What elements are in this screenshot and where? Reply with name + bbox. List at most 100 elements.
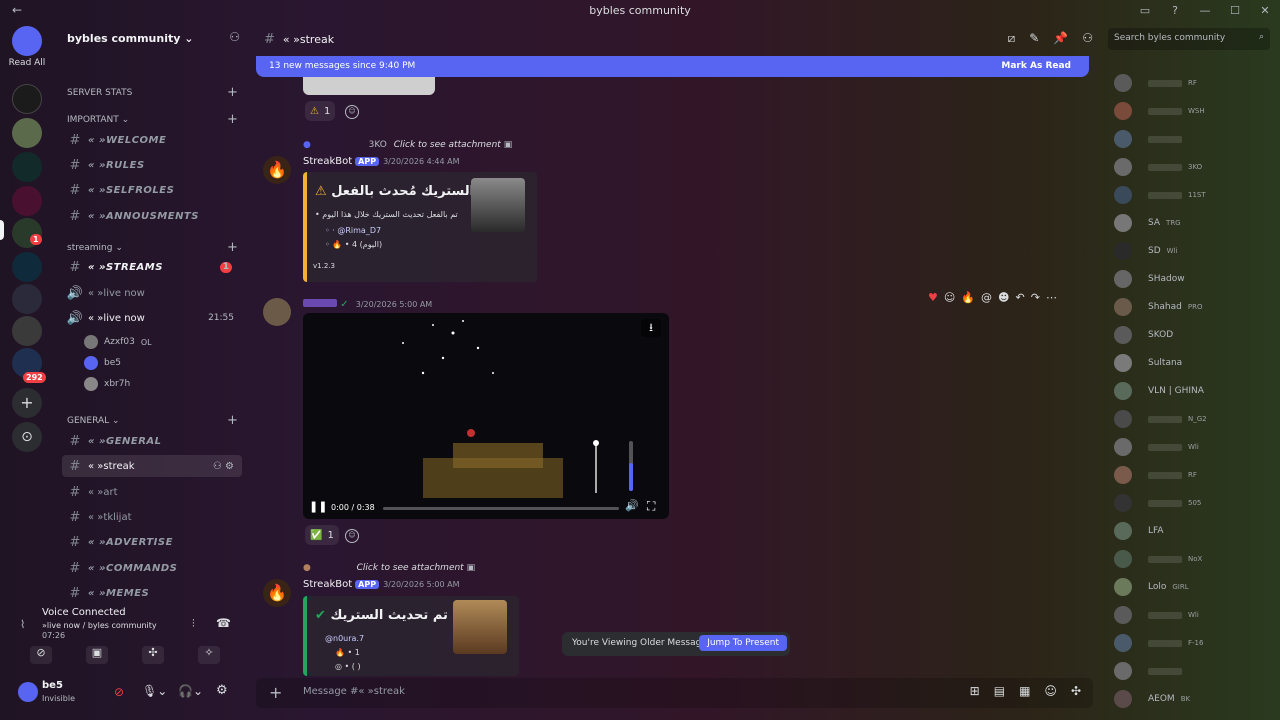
activities-icon[interactable]: ✣ [142,646,164,664]
gif-icon[interactable]: ▤ [994,684,1005,698]
member-row[interactable]: RF [1114,74,1274,92]
channel-selfroles[interactable]: # « »SELFROLES [62,179,242,201]
heart-reaction-icon[interactable]: ♥ [928,291,938,304]
sticker-icon[interactable]: ▦ [1019,684,1030,698]
pin-icon[interactable]: 📌 [1053,31,1068,46]
member-row[interactable]: SD Wli [1114,242,1274,260]
author-name[interactable] [303,299,337,307]
voice-user[interactable]: Azxf03 OL [84,335,152,349]
channel-streak[interactable]: # « »streak ⚇ ⚙ [62,455,242,477]
channel-welcome[interactable]: # « »WELCOME [62,129,242,151]
new-messages-bar[interactable]: 13 new messages since 9:40 PM Mark As Re… [256,56,1089,77]
voice-location[interactable]: »live now / byles community [42,621,157,630]
video-player[interactable]: ⭳ ❚❚ 0:00 / 0:38 🔊 ⛶ [303,313,669,519]
deafen-camera-icon[interactable]: ⊘ [114,685,124,699]
channel-annousments[interactable]: # « »ANNOUSMENTS [62,205,242,227]
member-row[interactable] [1114,130,1274,148]
channel-commands[interactable]: # « »COMMANDS [62,557,242,579]
voice-user[interactable]: xbr7h [84,377,130,391]
member-row[interactable]: Wli [1114,438,1274,456]
apps-icon[interactable]: ✣ [1071,684,1081,698]
member-row[interactable]: AEOM BK [1114,690,1274,708]
member-row[interactable]: F-16 [1114,634,1274,652]
face-reaction-icon[interactable]: ☺ [944,291,955,304]
more-icon[interactable]: ⋯ [1046,291,1057,304]
member-row[interactable] [1114,662,1274,680]
category-general[interactable]: GENERAL ⌄ + [67,413,238,428]
server-icon-7[interactable] [12,284,42,314]
channel-memes[interactable]: # « »MEMES [62,582,242,604]
member-row[interactable]: SA TRG [1114,214,1274,232]
fullscreen-icon[interactable]: ⛶ [647,499,655,514]
jump-to-present-button[interactable]: Jump To Present [699,635,787,651]
server-icon-6[interactable] [12,252,42,282]
gift-icon[interactable]: ⊞ [970,684,980,698]
microphone-icon[interactable]: 🎙⌄ [142,684,167,698]
add-reaction-icon[interactable]: ☻ [998,291,1009,304]
user-avatar[interactable] [263,298,291,326]
volume-icon[interactable]: 🔊 [625,499,639,512]
disconnect-icon[interactable]: ☎ [216,616,231,630]
reaction-warning[interactable]: ⚠ 1 [305,101,336,121]
reply-icon[interactable]: ↶ [1016,291,1025,304]
camera-off-icon[interactable]: ⊘ [30,646,52,664]
streakbot-avatar[interactable]: 🔥 [263,156,291,184]
embed-mention[interactable]: @n0ura.7 [325,634,364,643]
plus-icon[interactable]: + [227,85,238,100]
reply-link[interactable]: Click to see attachment [357,563,464,573]
author-name[interactable]: StreakBot [303,579,352,590]
channel-streams[interactable]: # « »STREAMS 1 [62,256,242,278]
message-composer[interactable]: + Message #« »streak ⊞ ▤ ▦ ☺ ✣ [256,678,1093,708]
download-icon[interactable]: ⭳ [641,319,661,337]
member-row[interactable]: Lolo GIRL [1114,578,1274,596]
member-row[interactable]: LFA [1114,522,1274,540]
server-icon-2[interactable] [12,118,42,148]
embed-thumbnail[interactable] [471,178,525,232]
embed-thumbnail[interactable] [453,600,507,654]
signal-icon[interactable]: ⌇ [20,618,25,631]
forward-icon[interactable]: ↷ [1031,291,1040,304]
voice-user[interactable]: be5 [84,356,121,370]
channel-advertise[interactable]: # « »ADVERTISE [62,531,242,553]
channel-tklijat[interactable]: # « »tklijat [62,506,242,528]
server-icon-8[interactable] [12,316,42,346]
member-row[interactable]: 11ST [1114,186,1274,204]
voice-channel-live-now-active[interactable]: 🔊 « »live now 21:55 [62,307,242,329]
video-seek-bar[interactable] [383,507,619,510]
member-row[interactable]: SHadow [1114,270,1274,288]
channel-art[interactable]: # « »art [62,481,242,503]
minimize-button[interactable]: — [1190,0,1220,22]
channel-rules[interactable]: # « »RULES [62,154,242,176]
embed-mention[interactable]: ◦ · @Rima_D7 [325,226,381,235]
streakbot-avatar[interactable]: 🔥 [263,579,291,607]
message-input[interactable]: Message #« »streak [303,686,405,697]
reply-reference[interactable]: ● Click to see attachment ▣ [303,563,475,573]
inbox-icon[interactable]: ▭ [1130,0,1160,22]
member-row[interactable]: Shahad PRO [1114,298,1274,316]
member-row[interactable]: Wli [1114,606,1274,624]
attachment-image[interactable] [303,77,435,95]
notification-bell-icon[interactable]: ✎ [1029,31,1039,46]
channel-general[interactable]: # « »GENERAL [62,430,242,452]
fire-reaction-icon[interactable]: 🔥 [961,291,975,304]
member-row[interactable]: 3KO [1114,158,1274,176]
screen-share-icon[interactable]: ▣ [86,646,108,664]
member-row[interactable]: RF [1114,466,1274,484]
discord-home-icon[interactable] [12,26,42,56]
member-row[interactable]: VLN | GHINA [1114,382,1274,400]
pause-icon[interactable]: ❚❚ [309,500,327,513]
author-name[interactable]: StreakBot [303,156,352,167]
plus-icon[interactable]: + [227,413,238,428]
headphones-icon[interactable]: 🎧⌄ [178,684,203,698]
member-list-icon[interactable]: ⚇ [1082,31,1093,46]
reply-reference[interactable]: ● 3KO Click to see attachment ▣ [303,140,512,150]
channel-settings-icon[interactable]: ⚇ ⚙ [213,461,234,472]
discover-icon[interactable]: ⊙ [12,422,42,452]
noise-suppression-icon[interactable]: ⫶ [192,617,195,631]
help-icon[interactable]: ? [1160,0,1190,22]
emoji-icon[interactable]: ☺ [1044,684,1057,698]
plus-icon[interactable]: + [227,112,238,127]
member-row[interactable]: N_G2 [1114,410,1274,428]
add-reaction-icon[interactable]: ☺ [345,529,359,543]
read-all-button[interactable]: Read All [0,58,54,68]
